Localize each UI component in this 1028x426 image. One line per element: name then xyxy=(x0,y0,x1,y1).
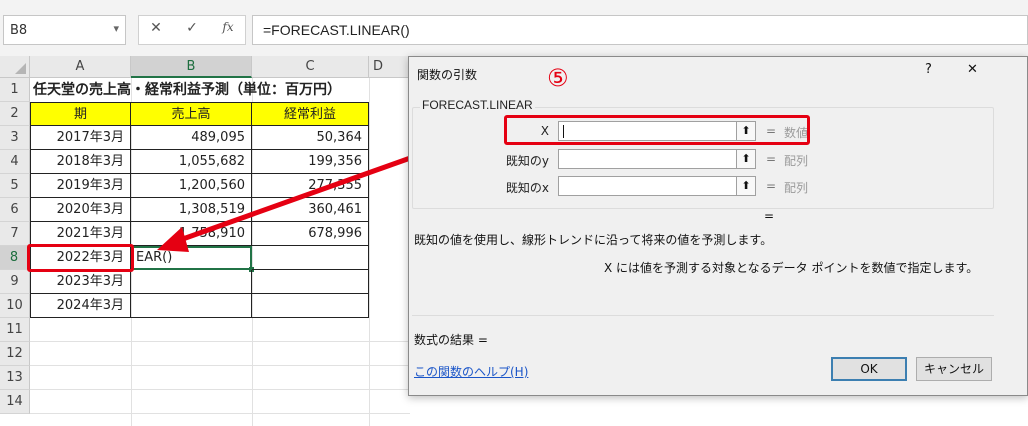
highlight-box-x-arg xyxy=(504,115,810,145)
arg-hint-known-y: 配列 xyxy=(784,154,809,168)
equals-sign: = xyxy=(766,179,777,193)
ok-button[interactable]: OK xyxy=(831,357,907,381)
function-description: 既知の値を使用し、線形トレンドに沿って将来の値を予測します。 xyxy=(414,233,773,247)
collapse-dialog-icon[interactable]: ⬆ xyxy=(736,176,756,196)
dialog-title: 関数の引数 xyxy=(417,68,478,82)
equals-sign: = xyxy=(766,152,777,166)
help-icon[interactable]: ? xyxy=(925,62,932,77)
close-icon[interactable]: ✕ xyxy=(967,62,978,77)
divider xyxy=(412,315,994,316)
arg-label-known-y: 既知のy xyxy=(505,154,549,168)
argument-description: X には値を予測する対象となるデータ ポイントを数値で指定します。 xyxy=(604,261,979,275)
function-arguments-dialog: 関数の引数 ? ✕ FORECAST.LINEAR X ⬆ = 数値 既知のy … xyxy=(408,56,1028,396)
collapse-dialog-icon[interactable]: ⬆ xyxy=(736,149,756,169)
cancel-button[interactable]: キャンセル xyxy=(916,357,992,381)
formula-result-label: 数式の結果 = xyxy=(414,333,488,347)
arg-input-known-x[interactable] xyxy=(558,176,756,196)
function-help-link[interactable]: この関数のヘルプ(H) xyxy=(414,363,528,380)
step-number: ⑤ xyxy=(547,64,569,92)
annotation-arrow-head xyxy=(157,227,189,252)
arg-label-known-x: 既知のx xyxy=(505,181,549,195)
arg-input-known-y[interactable] xyxy=(558,149,756,169)
result-equals: = xyxy=(764,209,775,223)
function-name-label: FORECAST.LINEAR xyxy=(420,98,535,112)
arg-hint-known-x: 配列 xyxy=(784,181,809,195)
